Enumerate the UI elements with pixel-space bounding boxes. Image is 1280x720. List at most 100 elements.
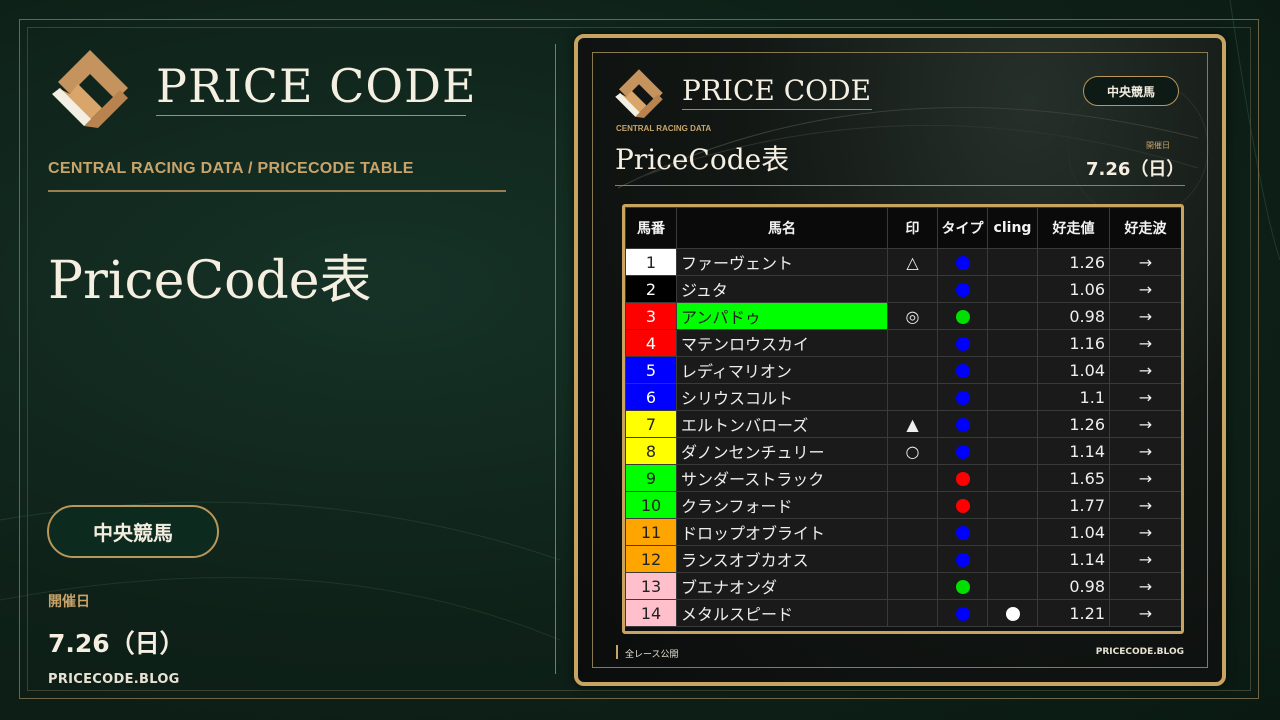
mark-cell [887,275,938,303]
table-header-row: 馬番 馬名 印 タイプ cling 好走値 好走波 [625,207,1181,249]
pricecode-card: PRICE CODE 中央競馬 CENTRAL RACING DATA Pric… [574,34,1226,686]
mark-cell [887,545,938,573]
table-row: 13 ブエナオンダ 0.98 → [625,572,1181,600]
horse-name-cell: レディマリオン [676,356,888,384]
score-cell: 1.04 [1037,518,1110,546]
card-logo-icon [615,69,663,118]
cling-cell [987,545,1038,573]
table-row: 5 レディマリオン 1.04 → [625,356,1181,384]
site-url: PRICECODE.BLOG [48,672,180,687]
horse-name-cell: クランフォード [676,491,888,519]
table-row: 2 ジュタ 1.06 → [625,275,1181,303]
trend-arrow-icon: → [1109,545,1181,573]
column-header-mark: 印 [887,207,938,249]
horse-name-cell: エルトンバローズ [676,410,888,438]
horse-number-cell: 7 [625,410,677,438]
mark-cell: ◎ [887,302,938,330]
cling-cell [987,464,1038,492]
trend-arrow-icon: → [1109,437,1181,465]
column-header-horse-number: 馬番 [625,207,677,249]
table-row: 11 ドロップオブライト 1.04 → [625,518,1181,546]
horse-number-cell: 4 [625,329,677,357]
cling-cell [987,248,1038,276]
type-dot-icon [955,445,970,459]
table-row: 12 ランスオブカオス 1.14 → [625,545,1181,573]
mark-cell [887,599,938,627]
subtitle-divider [48,190,506,192]
cling-cell [987,599,1038,627]
type-cell [937,545,988,573]
type-cell [937,518,988,546]
trend-arrow-icon: → [1109,275,1181,303]
trend-arrow-icon: → [1109,383,1181,411]
type-dot-icon [955,580,970,594]
score-cell: 1.21 [1037,599,1110,627]
column-header-cling: cling [987,207,1038,249]
card-date: 7.26（日） [1086,159,1185,180]
table-row: 10 クランフォード 1.77 → [625,491,1181,519]
score-cell: 1.04 [1037,356,1110,384]
type-cell [937,329,988,357]
type-dot-icon [955,607,970,621]
cling-cell [987,329,1038,357]
horse-number-cell: 5 [625,356,677,384]
cling-cell [987,302,1038,330]
cling-cell [987,410,1038,438]
horse-name-cell: ブエナオンダ [676,572,888,600]
table-row: 3 アンパドゥ ◎ 0.98 → [625,302,1181,330]
trend-arrow-icon: → [1109,356,1181,384]
type-cell [937,572,988,600]
event-date: 7.26（日） [48,629,185,658]
table-row: 1 ファーヴェント △ 1.26 → [625,248,1181,276]
type-cell [937,599,988,627]
table-row: 7 エルトンバローズ ▲ 1.26 → [625,410,1181,438]
score-cell: 1.14 [1037,545,1110,573]
score-cell: 1.14 [1037,437,1110,465]
type-cell [937,248,988,276]
date-label: 開催日 [48,594,90,610]
price-code-logo-icon [52,50,128,128]
mark-cell: ▲ [887,410,938,438]
type-cell [937,356,988,384]
cling-cell [987,356,1038,384]
horse-name-cell: ランスオブカオス [676,545,888,573]
horse-number-cell: 11 [625,518,677,546]
type-dot-icon [955,364,970,378]
card-subtitle: CENTRAL RACING DATA [616,124,712,133]
horse-number-cell: 6 [625,383,677,411]
column-header-wave: 好走波 [1109,207,1181,249]
horse-name-cell: ドロップオブライト [676,518,888,546]
mark-cell [887,383,938,411]
horse-name-cell: ダノンセンチュリー [676,437,888,465]
trend-arrow-icon: → [1109,302,1181,330]
mark-cell [887,572,938,600]
cling-cell [987,572,1038,600]
type-cell [937,410,988,438]
horse-number-cell: 2 [625,275,677,303]
horse-number-cell: 13 [625,572,677,600]
type-dot-icon [955,337,970,351]
venue-badge: 中央競馬 [47,505,219,558]
horse-number-cell: 14 [625,599,677,627]
horse-name-cell: ジュタ [676,275,888,303]
horse-number-cell: 12 [625,545,677,573]
type-dot-icon [955,472,970,486]
type-dot-icon [955,256,970,270]
cling-cell [987,383,1038,411]
score-cell: 0.98 [1037,572,1110,600]
type-cell [937,464,988,492]
cling-dot-icon [1005,607,1020,621]
type-dot-icon [955,553,970,567]
card-footer-note: 全レース公開 [625,650,679,660]
cling-cell [987,437,1038,465]
score-cell: 1.65 [1037,464,1110,492]
horse-name-cell: サンダーストラック [676,464,888,492]
score-cell: 1.06 [1037,275,1110,303]
cling-cell [987,491,1038,519]
mark-cell: ○ [887,437,938,465]
score-cell: 0.98 [1037,302,1110,330]
score-cell: 1.16 [1037,329,1110,357]
type-cell [937,275,988,303]
type-cell [937,302,988,330]
horse-number-cell: 1 [625,248,677,276]
